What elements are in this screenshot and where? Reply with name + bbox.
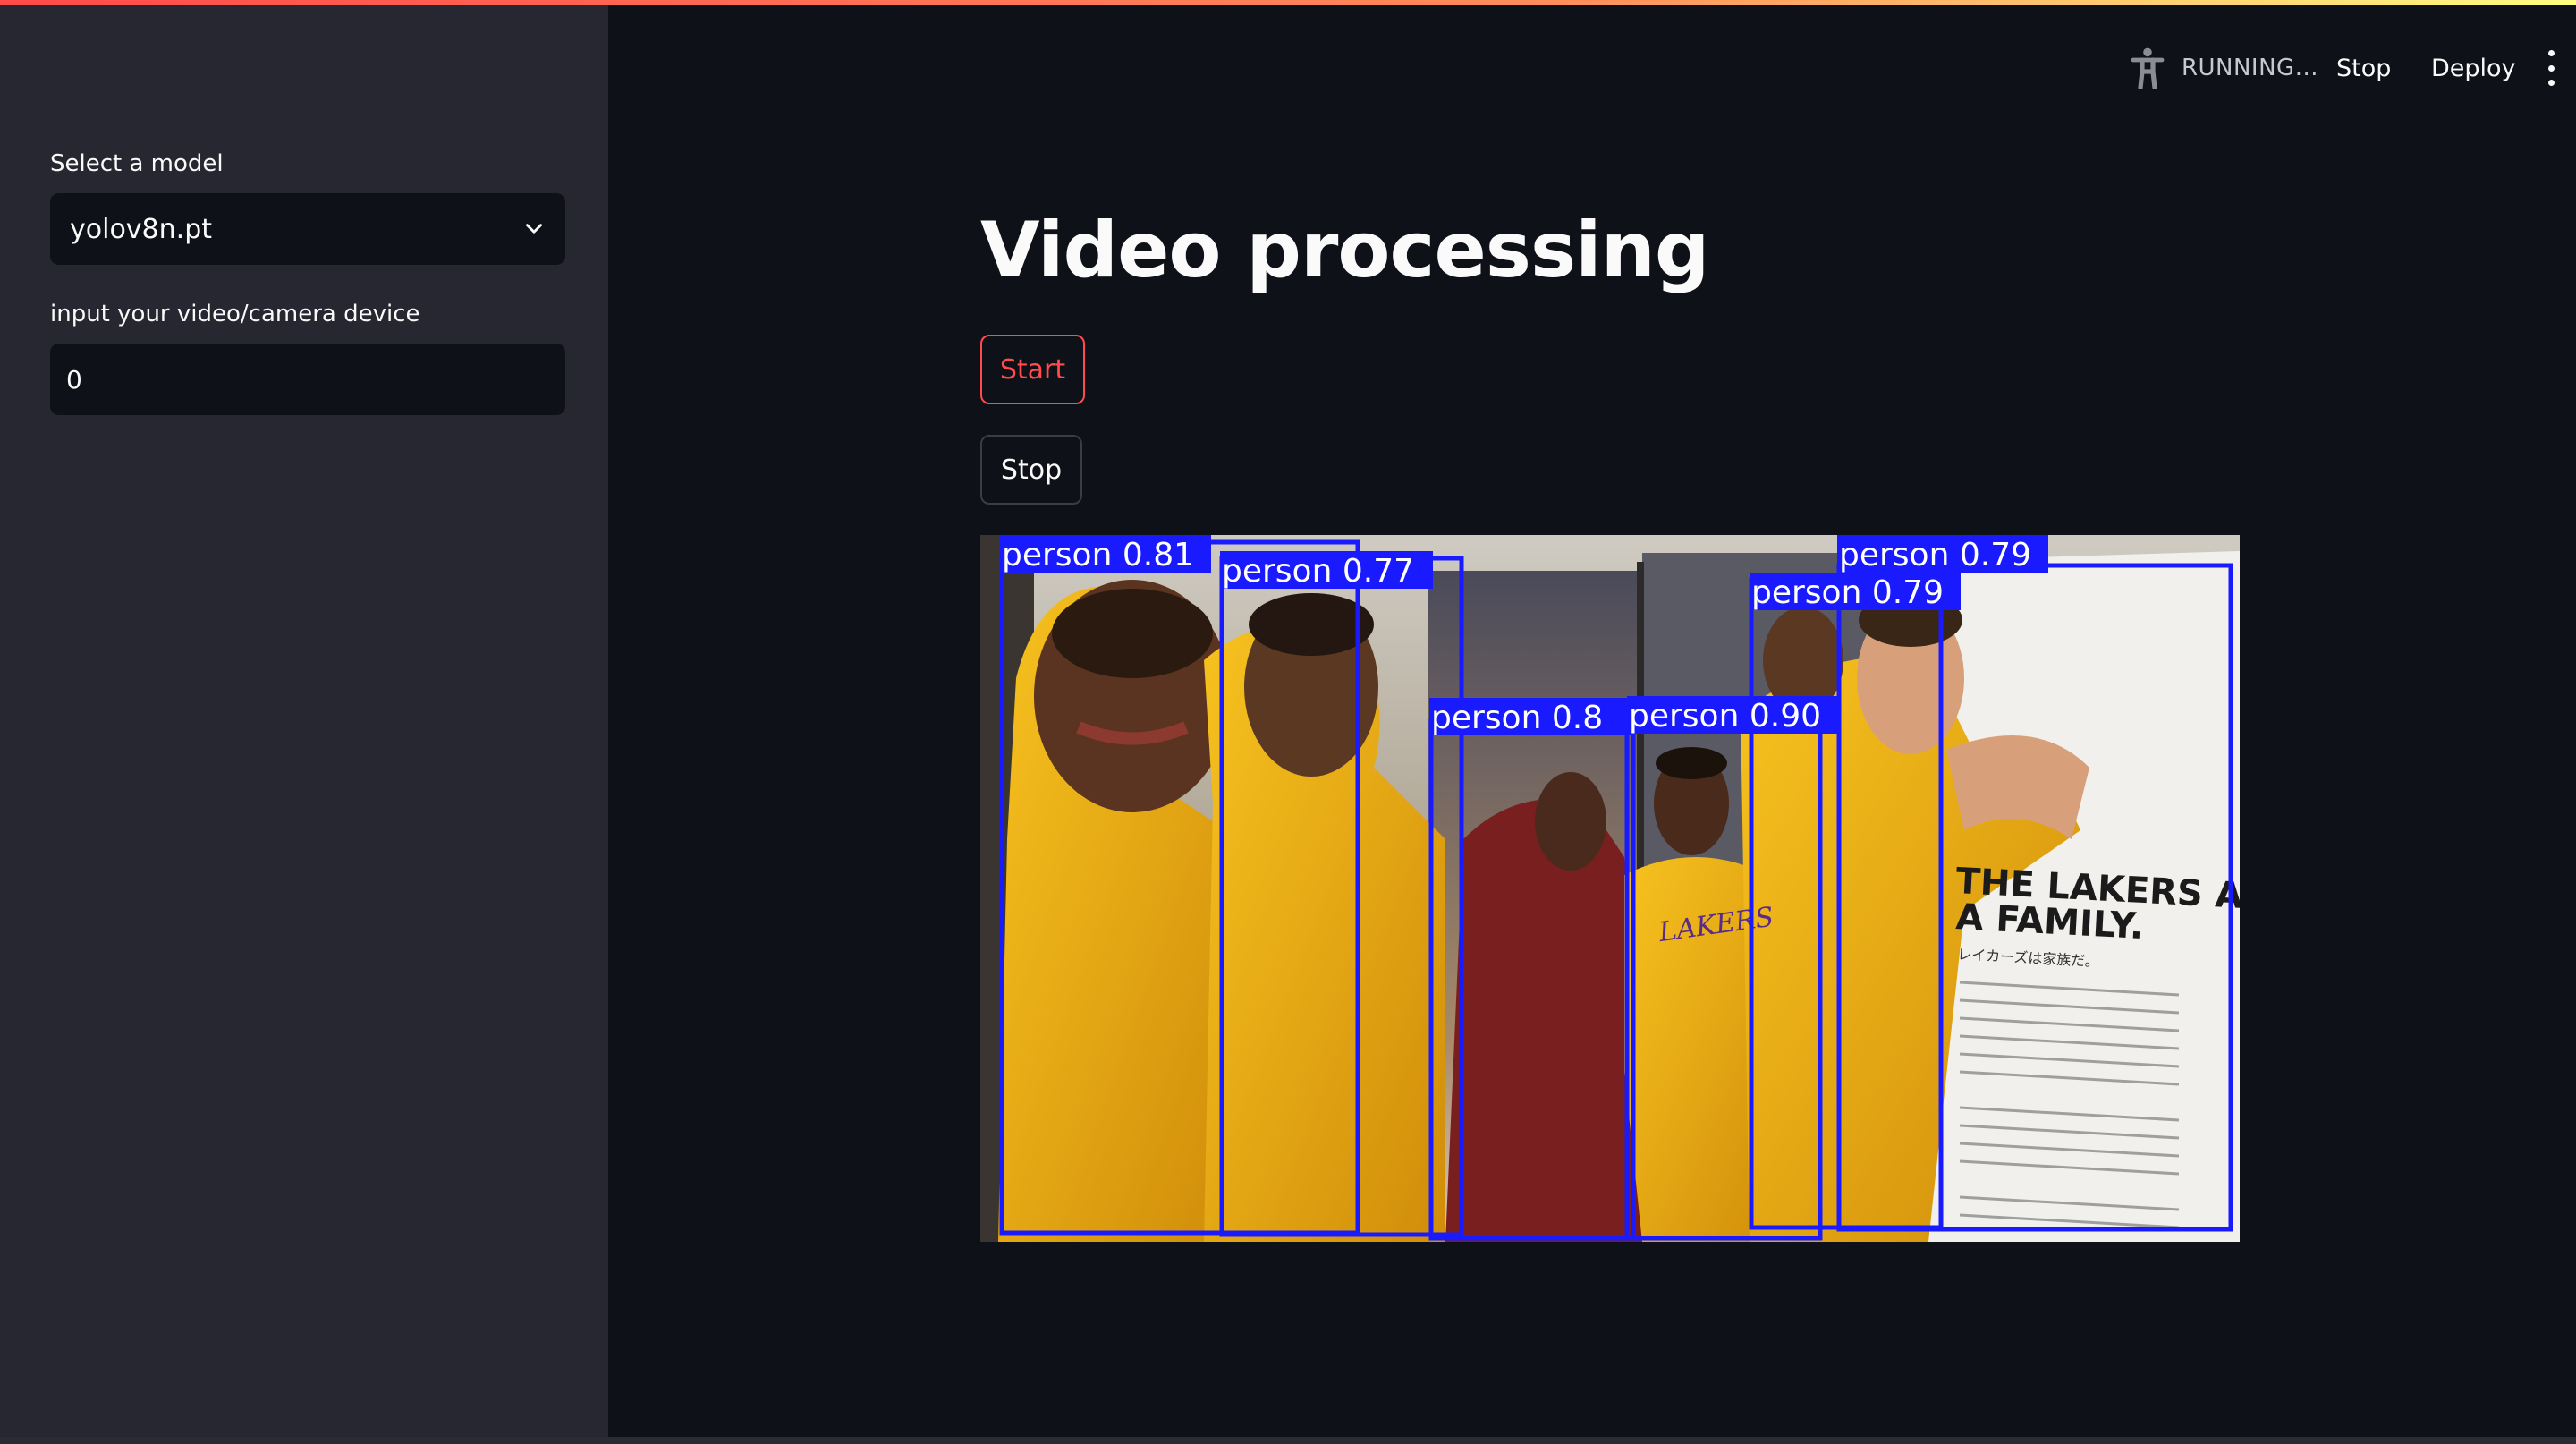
video-device-input-value: 0 [66,364,82,395]
video-frame-image: LAKERS THE LAKERS ARE A FAMILY. レイカーズは家族… [980,535,2240,1242]
window-bottom-edge [0,1437,2576,1444]
running-status: RUNNING... [2130,47,2318,89]
running-figure-icon [2131,47,2165,89]
detection-label: person 0.8 [1431,700,1603,736]
header-stop-button[interactable]: Stop [2336,47,2391,89]
model-select-label: Select a model [50,150,224,177]
stop-button[interactable]: Stop [980,435,1082,505]
detection-label: person 0.79 [1839,537,2031,573]
model-select[interactable]: yolov8n.pt [50,193,565,265]
video-frame: LAKERS THE LAKERS ARE A FAMILY. レイカーズは家族… [980,535,2240,1242]
deploy-button[interactable]: Deploy [2431,47,2516,89]
kebab-menu-icon[interactable] [2542,50,2560,86]
sidebar: Select a model yolov8n.pt input your vid… [0,0,608,1444]
detection-label: person 0.79 [1751,574,1944,611]
detection-label: person 0.77 [1222,553,1414,590]
page-title: Video processing [980,206,1709,295]
video-input-label: input your video/camera device [50,301,420,327]
model-select-value: yolov8n.pt [70,213,212,245]
video-device-input[interactable]: 0 [50,344,565,415]
status-text: RUNNING... [2181,55,2318,81]
chevron-down-icon [526,224,542,234]
start-button[interactable]: Start [980,335,1085,404]
top-decoration-bar [0,0,2576,5]
detection-label: person 0.90 [1629,698,1821,735]
app-window: Select a model yolov8n.pt input your vid… [0,0,2576,1444]
detection-label: person 0.81 [1002,537,1194,573]
